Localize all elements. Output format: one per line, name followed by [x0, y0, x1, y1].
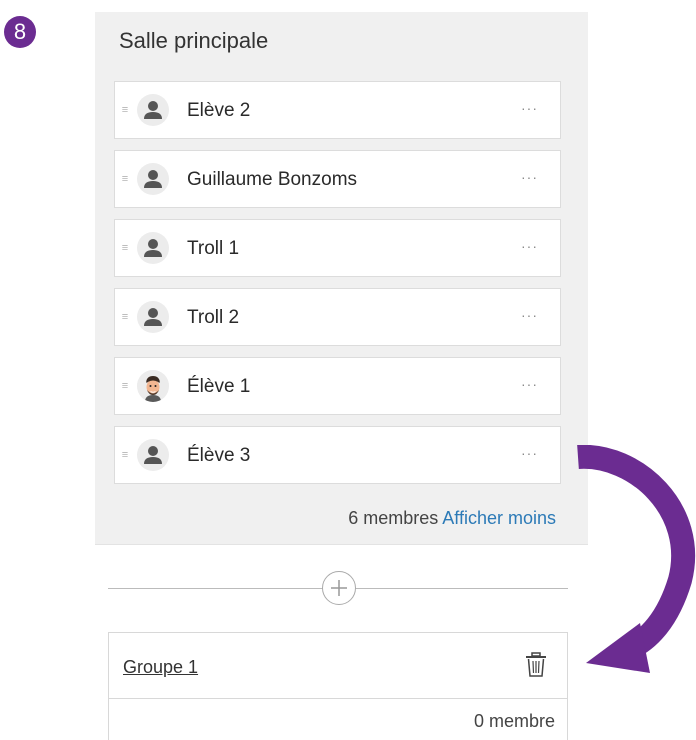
group-header: Groupe 1 [109, 633, 567, 699]
member-name: Élève 1 [187, 376, 251, 397]
drag-handle-icon[interactable]: ≡ [121, 101, 129, 119]
person-icon [137, 94, 169, 126]
panel-divider [95, 544, 588, 545]
more-options-icon[interactable]: ··· [521, 307, 538, 323]
more-options-icon[interactable]: ··· [521, 376, 538, 392]
drag-handle-icon[interactable]: ≡ [121, 239, 129, 257]
group-card: Groupe 1 0 membre [108, 632, 568, 740]
show-less-link[interactable]: Afficher moins [442, 508, 556, 528]
emoji-avatar [137, 370, 169, 402]
drag-handle-icon[interactable]: ≡ [121, 170, 129, 188]
member-name: Elève 2 [187, 100, 251, 121]
more-options-icon[interactable]: ··· [521, 445, 538, 461]
member-name: Guillaume Bonzoms [187, 169, 358, 190]
plus-icon [331, 580, 347, 596]
more-options-icon[interactable]: ··· [521, 238, 538, 254]
add-group-button[interactable] [322, 571, 356, 605]
member-count: 6 membres [348, 508, 439, 528]
member-row[interactable]: ≡ Élève 1 ··· [114, 357, 561, 415]
drag-handle-icon[interactable]: ≡ [121, 446, 129, 464]
member-row[interactable]: ≡ Elève 2 ··· [114, 81, 561, 139]
group-name-link[interactable]: Groupe 1 [123, 657, 198, 678]
more-options-icon[interactable]: ··· [521, 100, 538, 116]
person-icon [137, 301, 169, 333]
member-row[interactable]: ≡ Élève 3 ··· [114, 426, 561, 484]
member-row[interactable]: ≡ Guillaume Bonzoms ··· [114, 150, 561, 208]
person-icon [137, 232, 169, 264]
member-name: Élève 3 [187, 445, 251, 466]
members-footer: 6 membres Afficher moins [348, 508, 556, 529]
more-options-icon[interactable]: ··· [521, 169, 538, 185]
room-title: Salle principale [119, 28, 269, 53]
member-name: Troll 1 [187, 238, 240, 259]
person-icon [137, 163, 169, 195]
drag-handle-icon[interactable]: ≡ [121, 377, 129, 395]
member-row[interactable]: ≡ Troll 2 ··· [114, 288, 561, 346]
step-number-badge: 8 [4, 16, 36, 48]
curved-arrow-icon [577, 445, 696, 673]
main-room-panel: Salle principale ≡ Elève 2 ··· ≡ Guillau… [95, 12, 588, 544]
member-name: Troll 2 [187, 307, 240, 328]
group-member-count: 0 membre [473, 711, 555, 731]
person-icon [137, 439, 169, 471]
member-row[interactable]: ≡ Troll 1 ··· [114, 219, 561, 277]
drag-handle-icon[interactable]: ≡ [121, 308, 129, 326]
